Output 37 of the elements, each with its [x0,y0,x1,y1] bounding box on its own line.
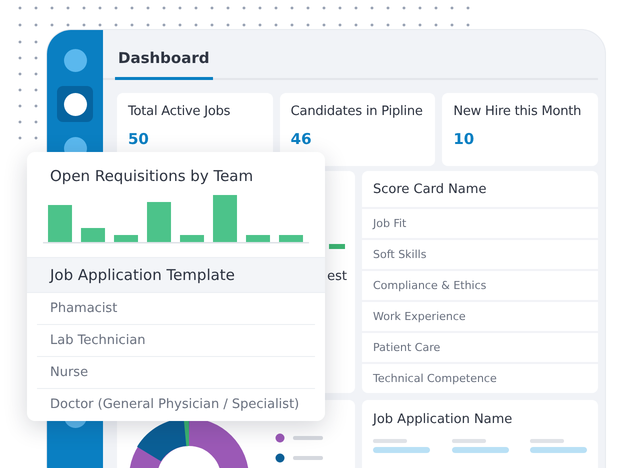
card-title: est [327,269,347,284]
card-title: Job Application Name [373,412,514,427]
table-row: Soft Skills [362,240,598,271]
placeholder-lines-drawing [530,439,587,453]
stat-label: New Hire this Month [453,104,582,119]
placeholder-lines-drawing [452,439,508,453]
chart-bar [180,235,204,242]
sidebar-item[interactable] [57,86,93,122]
chart-bar [279,235,303,242]
chart-bar [147,202,171,242]
stat-label: Total Active Jobs [128,104,232,119]
table-row: Technical Competence [362,364,598,393]
chart-bar [246,235,270,242]
table-row: Job Fit [362,209,598,240]
list-item[interactable]: Phamacist [37,293,315,325]
stat-value: 50 [128,130,150,148]
list-item[interactable]: Doctor (General Physician / Specialist) [37,389,315,420]
table-row: Compliance & Ethics [362,271,598,302]
chart-bar [48,205,72,242]
list-header: Job Application Template [27,257,325,293]
table-row: Patient Care [362,333,598,364]
dashboard-tab[interactable]: Dashboard [115,49,214,80]
stat-value: 10 [453,130,476,148]
chart-title: Open Requisitions by Team [49,166,254,185]
stat-label: Candidates in Pipline [290,104,424,119]
bar-fragment [329,244,345,249]
table-row: Work Experience [362,302,598,333]
placeholder-lines-drawing [373,439,430,453]
table-header: Score Card Name [362,171,598,209]
chart-bar [213,195,237,242]
chart-bar [81,228,105,242]
legend-item-drawing [275,433,323,443]
list-item[interactable]: Nurse [37,357,315,389]
stat-value: 46 [290,130,313,148]
chart-bar [114,235,138,242]
list-item[interactable]: Lab Technician [37,325,315,357]
legend-item-drawing [275,453,323,463]
